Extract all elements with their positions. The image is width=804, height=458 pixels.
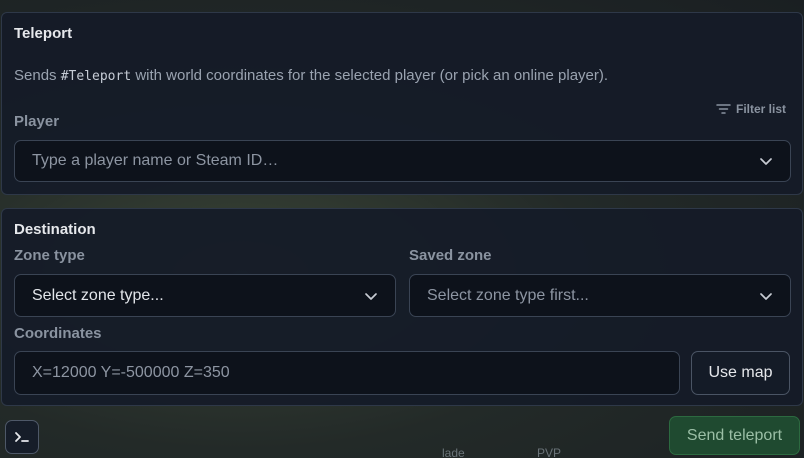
chevron-down-icon — [760, 292, 772, 300]
saved-zone-label: Saved zone — [409, 247, 492, 264]
use-map-button[interactable]: Use map — [691, 351, 790, 395]
teleport-command: #Teleport — [60, 69, 132, 84]
destination-title: Destination — [14, 221, 96, 238]
terminal-button[interactable] — [5, 420, 39, 454]
zone-type-label: Zone type — [14, 247, 85, 264]
coordinates-label: Coordinates — [14, 325, 102, 342]
chevron-down-icon — [760, 158, 772, 165]
teleport-title: Teleport — [14, 25, 73, 42]
teleport-description: Sends #Teleport with world coordinates f… — [14, 67, 608, 84]
player-search-placeholder: Type a player name or Steam ID… — [32, 152, 279, 169]
description-suffix: with world coordinates for the selected … — [131, 67, 609, 84]
teleport-panel: Teleport Sends #Teleport with world coor… — [1, 12, 803, 195]
player-label: Player — [14, 113, 60, 130]
saved-zone-select[interactable]: Select zone type first... — [409, 274, 791, 317]
chevron-down-icon — [365, 292, 377, 300]
player-search-input[interactable]: Type a player name or Steam ID… — [14, 140, 791, 182]
zone-type-select[interactable]: Select zone type... — [14, 274, 396, 317]
coordinates-placeholder: X=12000 Y=-500000 Z=350 — [32, 364, 230, 381]
background-text: PVP — [537, 446, 562, 458]
destination-panel: Destination Zone type Saved zone Select … — [1, 208, 803, 406]
filter-list-button[interactable]: Filter list — [716, 102, 786, 116]
background-text: lade — [442, 446, 465, 458]
filter-list-label: Filter list — [735, 102, 786, 116]
saved-zone-placeholder: Select zone type first... — [427, 286, 589, 304]
filter-icon — [716, 104, 731, 114]
terminal-icon — [15, 432, 29, 442]
send-teleport-button[interactable]: Send teleport — [669, 416, 800, 455]
description-prefix: Sends — [14, 67, 61, 84]
zone-type-value: Select zone type... — [32, 286, 164, 304]
coordinates-input[interactable]: X=12000 Y=-500000 Z=350 — [14, 351, 680, 395]
